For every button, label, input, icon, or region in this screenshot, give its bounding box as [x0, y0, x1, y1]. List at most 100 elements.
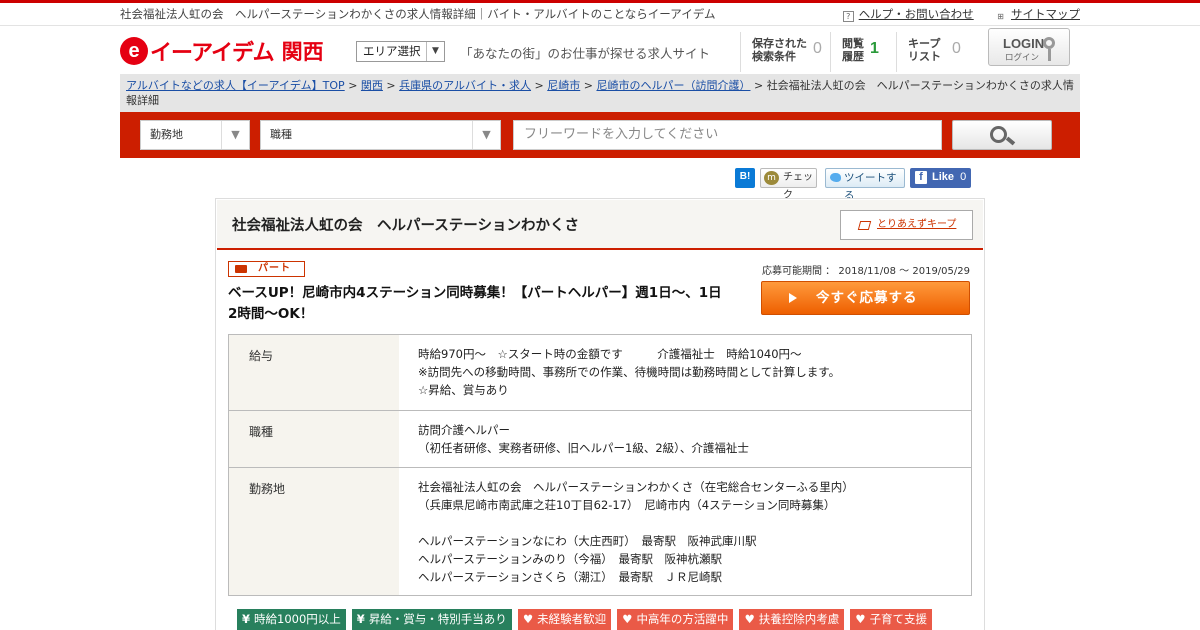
apply-now-button[interactable]: 今すぐ応募する	[761, 281, 970, 315]
job-card-header: 社会福祉法人虹の会 ヘルパーステーションわかくさ とりあえずキープ	[217, 200, 983, 250]
search-bar: 勤務地 ▼ 職種 ▼ フリーワードを入力してください	[120, 112, 1080, 158]
employment-type-badge: パート	[228, 261, 305, 277]
application-period: 応募可能期間 ： 2018/11/08 ～ 2019/05/29	[762, 266, 970, 277]
breadcrumb-sep: >	[531, 79, 548, 92]
feature-tag: ♥ 未経験者歓迎	[517, 609, 612, 630]
feature-tag: ¥ 昇給・賞与・特別手当あり	[351, 609, 512, 630]
heart-icon: ♥	[622, 612, 633, 626]
play-arrow-icon	[789, 293, 797, 303]
facebook-icon: f	[915, 171, 927, 184]
login-sublabel: ログイン	[1005, 53, 1040, 63]
tweet-button[interactable]: ツイートする	[825, 168, 905, 202]
keep-list-count: 0	[952, 40, 961, 57]
location-select-label: 勤務地	[150, 128, 183, 141]
login-label: LOGIN	[1003, 36, 1045, 51]
heart-icon: ♥	[855, 612, 866, 626]
sitemap-icon: ⊞	[997, 12, 1004, 21]
yen-icon: ¥	[242, 612, 251, 626]
search-icon	[990, 126, 1007, 143]
jobtype-select-label: 職種	[270, 128, 292, 141]
table-row: 給与 時給970円〜 ☆スタート時の金額です 介護福祉士 時給1040円〜 ※訪…	[229, 335, 971, 410]
row-label: 職種	[229, 411, 399, 467]
view-history[interactable]: 閲覧 履歴 1	[830, 32, 886, 72]
region-label: 関西	[281, 40, 324, 64]
yen-icon: ¥	[356, 612, 365, 626]
mixi-icon: m	[764, 171, 779, 185]
breadcrumb-sep: >	[750, 79, 767, 92]
breadcrumb-sep: >	[344, 79, 361, 92]
chevron-down-icon: ▼	[426, 42, 444, 61]
social-buttons: B! m チェック ツイートする f Like 0	[120, 168, 1080, 202]
keep-list-label: キープ リスト	[908, 37, 941, 63]
jobtype-select[interactable]: 職種 ▼	[260, 120, 501, 150]
employment-type-label: パート	[258, 263, 291, 274]
apply-now-label: 今すぐ応募する	[816, 290, 918, 306]
heart-icon: ♥	[522, 612, 534, 626]
row-value: 訪問介護ヘルパー （初任者研修、実務者研修、旧ヘルパー1級、2級）、介護福祉士	[418, 423, 749, 455]
chevron-down-icon: ▼	[472, 121, 500, 149]
key-icon	[1043, 37, 1055, 49]
breadcrumb-link-top[interactable]: アルバイトなどの求人【イーアイデム】TOP	[126, 79, 345, 92]
freeword-input[interactable]: フリーワードを入力してください	[513, 120, 942, 150]
keep-list[interactable]: キープ リスト 0	[896, 32, 968, 72]
company-name: 社会福祉法人虹の会 ヘルパーステーションわかくさ	[232, 218, 579, 234]
hatena-bookmark-button[interactable]: B!	[735, 168, 755, 188]
saved-searches-count: 0	[813, 40, 822, 57]
keep-button-label: とりあえずキープ	[877, 219, 957, 230]
view-history-label: 閲覧 履歴	[842, 37, 864, 63]
breadcrumb-link-amagasaki[interactable]: 尼崎市	[547, 79, 580, 92]
logo-mark: e	[120, 37, 148, 65]
brand-bar: e イーアイデム 関西 エリア選択 ▼ 「あなたの街」のお仕事が探せる求人サイト…	[120, 26, 1080, 74]
feature-tag: ♥ 子育て支援	[850, 609, 933, 630]
table-row: 勤務地 社会福祉法人虹の会 ヘルパーステーションわかくさ（在宅総合センターふる里…	[229, 467, 971, 595]
page-description: 社会福祉法人虹の会 ヘルパーステーションわかくさの求人情報詳細｜バイト・アルバイ…	[120, 7, 716, 21]
sitemap-link[interactable]: サイトマップ	[1011, 7, 1080, 21]
row-value: 時給970円〜 ☆スタート時の金額です 介護福祉士 時給1040円〜 ※訪問先へ…	[418, 347, 841, 397]
header-links: ? ヘルプ・お問い合わせ ⊞ サイトマップ	[842, 6, 1080, 23]
key-icon-stem	[1048, 49, 1051, 61]
help-icon: ?	[842, 11, 854, 22]
table-row: 職種 訪問介護ヘルパー （初任者研修、実務者研修、旧ヘルパー1級、2級）、介護福…	[229, 410, 971, 467]
breadcrumb-link-helper[interactable]: 尼崎市のヘルパー（訪問介護）	[596, 79, 750, 92]
feature-tags: ¥ 時給1000円以上 ¥ 昇給・賞与・特別手当あり ♥ 未経験者歓迎 ♥ 中高年の方活…	[237, 609, 933, 630]
mixi-check-label: チェック	[783, 172, 813, 201]
view-history-count: 1	[870, 40, 879, 57]
like-count: 0	[960, 171, 967, 183]
breadcrumb-link-kansai[interactable]: 関西	[361, 79, 383, 92]
row-label: 勤務地	[229, 468, 399, 595]
breadcrumb: アルバイトなどの求人【イーアイデム】TOP > 関西 > 兵庫県のアルバイト・求…	[120, 74, 1080, 112]
breadcrumb-link-hyogo[interactable]: 兵庫県のアルバイト・求人	[399, 79, 531, 92]
header-line: 社会福祉法人虹の会 ヘルパーステーションわかくさの求人情報詳細｜バイト・アルバイ…	[120, 3, 1080, 25]
row-value: 社会福祉法人虹の会 ヘルパーステーションわかくさ（在宅総合センターふる里内） （…	[418, 480, 854, 584]
location-select[interactable]: 勤務地 ▼	[140, 120, 250, 150]
job-detail-table: 給与 時給970円〜 ☆スタート時の金額です 介護福祉士 時給1040円〜 ※訪…	[228, 334, 972, 596]
feature-tag: ♥ 中高年の方活躍中	[617, 609, 734, 630]
search-icon-handle	[1005, 136, 1016, 146]
breadcrumb-sep: >	[580, 79, 597, 92]
login-button[interactable]: LOGIN ログイン	[988, 28, 1070, 66]
job-title: ベースUP！尼崎市内4ステーション同時募集！【パートヘルパー】週1日〜、1日2時…	[228, 285, 722, 322]
feature-tag: ¥ 時給1000円以上	[237, 609, 346, 630]
facebook-like-button[interactable]: f Like 0	[910, 168, 971, 188]
mixi-check-button[interactable]: m チェック	[760, 168, 817, 201]
heart-icon: ♥	[744, 612, 755, 626]
saved-searches-label: 保存された 検索条件	[752, 37, 807, 63]
row-label: 給与	[229, 335, 399, 410]
briefcase-icon	[235, 265, 247, 273]
like-label: Like	[932, 171, 955, 183]
feature-tag: ♥ 扶養控除内考慮	[739, 609, 845, 630]
site-logo[interactable]: e イーアイデム 関西	[120, 35, 324, 67]
logo-text: イーアイデム	[150, 41, 275, 66]
chevron-down-icon: ▼	[221, 121, 249, 149]
help-link[interactable]: ヘルプ・お問い合わせ	[859, 7, 974, 21]
area-select-label: エリア選択	[363, 44, 421, 58]
twitter-bird-icon	[830, 173, 841, 182]
tag-icon	[857, 221, 872, 230]
search-button[interactable]	[952, 120, 1052, 150]
tagline: 「あなたの街」のお仕事が探せる求人サイト	[460, 46, 711, 61]
keep-button[interactable]: とりあえずキープ	[840, 210, 973, 240]
saved-searches[interactable]: 保存された 検索条件 0	[740, 32, 828, 72]
area-select[interactable]: エリア選択 ▼	[356, 41, 445, 62]
job-detail-card: 社会福祉法人虹の会 ヘルパーステーションわかくさ とりあえずキープ パート 応募…	[215, 198, 985, 630]
breadcrumb-sep: >	[382, 79, 400, 92]
